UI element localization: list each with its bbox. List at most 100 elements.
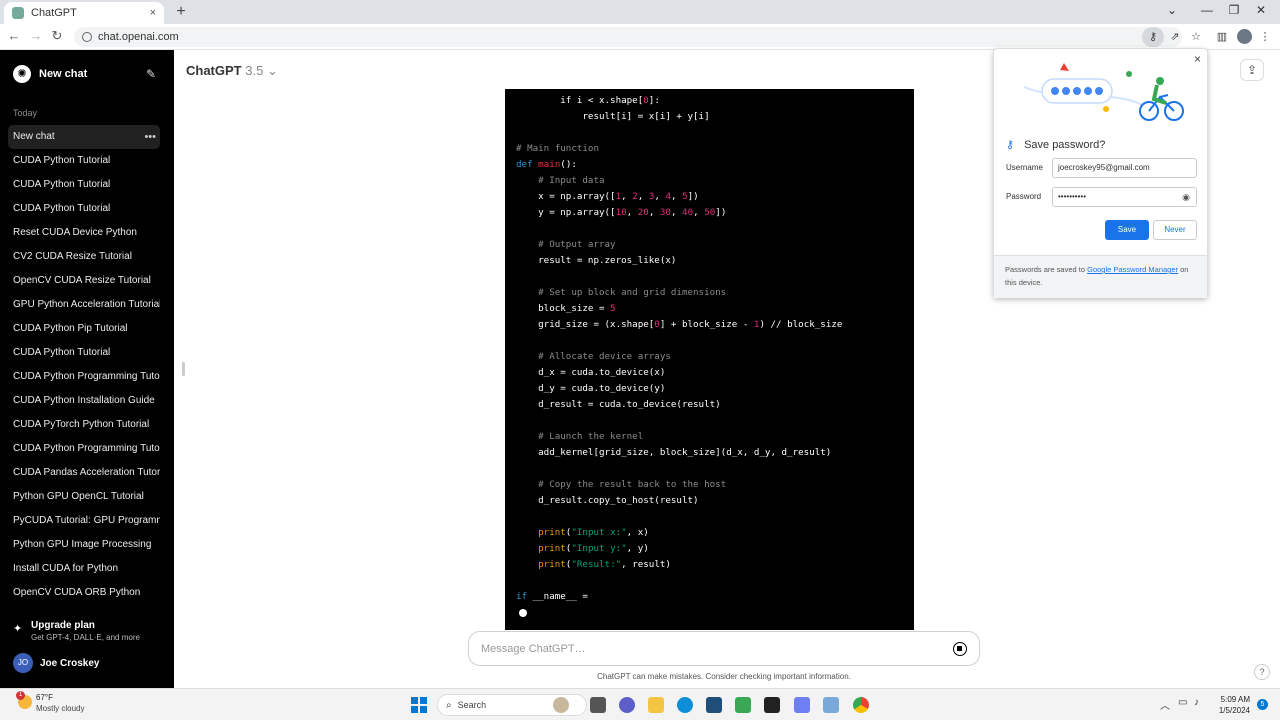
tray-overflow-icon[interactable]: ︿ <box>1160 697 1170 712</box>
tab-search-icon[interactable]: ⌄ <box>1161 3 1183 17</box>
password-key-icon[interactable]: ⚷ <box>1142 27 1164 47</box>
edit-icon[interactable]: ✎ <box>146 67 156 81</box>
username-field[interactable]: joecroskey95@gmail.com <box>1052 158 1197 178</box>
editor-app-icon[interactable] <box>735 697 751 713</box>
chat-item[interactable]: CV2 CUDA Resize Tutorial <box>8 245 160 269</box>
chat-item[interactable]: CUDA Python Pip Tutorial <box>8 317 160 341</box>
chat-item[interactable]: Python GPU Image Processing <box>8 533 160 557</box>
search-icon: ⌕ <box>446 699 452 711</box>
openai-logo-icon: ✺ <box>13 65 31 83</box>
photos-icon[interactable] <box>823 697 839 713</box>
code-line: y = np.array([10, 20, 30, 40, 50]) <box>516 207 727 218</box>
browser-menu-icon[interactable]: ⋮ <box>1257 30 1273 43</box>
chat-item[interactable]: OpenCV CUDA Resize Tutorial <box>8 269 160 293</box>
code-line: block_size = 5 <box>516 303 616 314</box>
code-line: # Copy the result back to the host <box>516 479 727 490</box>
password-manager-link[interactable]: Google Password Manager <box>1087 265 1178 274</box>
message-input[interactable] <box>479 640 919 658</box>
network-icon[interactable]: ▭ <box>1178 697 1187 708</box>
tab-close-icon[interactable]: × <box>150 7 156 19</box>
chat-item[interactable]: Reset CUDA Device Python <box>8 221 160 245</box>
chat-item[interactable]: CUDA PyTorch Python Tutorial <box>8 413 160 437</box>
upgrade-plan-button[interactable]: ✦ Upgrade plan Get GPT-4, DALL·E, and mo… <box>13 620 163 642</box>
search-label: Search <box>457 700 487 710</box>
widget-app-icon[interactable] <box>553 697 569 713</box>
share-page-icon[interactable]: ⇗ <box>1167 30 1183 43</box>
dialog-title: Save password? <box>1024 138 1106 151</box>
dialog-close-icon[interactable]: × <box>1194 52 1201 66</box>
chat-item-active[interactable]: New chat ••• <box>8 125 160 149</box>
chat-item[interactable]: CUDA Python Programming Tutorial <box>8 437 160 461</box>
show-password-icon[interactable]: ◉ <box>1182 188 1190 206</box>
chat-item[interactable]: OpenCV CUDA ORB Python <box>8 581 160 605</box>
chat-item[interactable]: Python GPU OpenCL Tutorial <box>8 485 160 509</box>
chat-item[interactable]: Install CUDA for Python <box>8 557 160 581</box>
side-panel-icon[interactable]: ▥ <box>1214 30 1230 43</box>
model-selector[interactable]: ChatGPT 3.5 ⌄ <box>186 63 278 79</box>
edge-icon[interactable] <box>677 697 693 713</box>
section-today-label: Today <box>13 108 38 118</box>
user-menu[interactable]: JO Joe Croskey <box>13 653 99 673</box>
browser-tab[interactable]: ChatGPT × <box>4 2 164 24</box>
profile-avatar[interactable] <box>1237 29 1252 44</box>
maximize-button[interactable]: ❐ <box>1223 3 1245 17</box>
system-clock[interactable]: 5:09 AM 1/5/2024 <box>1212 694 1250 716</box>
chat-item[interactable]: CUDA Pandas Acceleration Tutorial <box>8 461 160 485</box>
notification-badge[interactable]: 5 <box>1257 699 1268 710</box>
code-line: # Input data <box>516 175 605 186</box>
username-label: Username <box>1006 163 1043 172</box>
user-avatar: JO <box>13 653 33 673</box>
address-bar[interactable]: chat.openai.com <box>74 27 1182 47</box>
new-chat-button[interactable]: ✺ New chat ✎ <box>8 60 162 88</box>
file-explorer-icon[interactable] <box>648 697 664 713</box>
volume-icon[interactable]: ♪ <box>1194 697 1199 708</box>
chat-item[interactable]: CUDA Python Installation Guide <box>8 389 160 413</box>
model-name: ChatGPT <box>186 63 242 78</box>
never-button[interactable]: Never <box>1153 220 1197 240</box>
chrome-icon[interactable] <box>853 697 869 713</box>
chat-history-list: New chat ••• CUDA Python Tutorial CUDA Pyth… <box>8 125 160 605</box>
code-line: print("Input x:", x) <box>516 527 649 538</box>
code-line: print("Result:", result) <box>516 559 671 570</box>
upgrade-subtitle: Get GPT-4, DALL·E, and more <box>31 633 140 642</box>
weather-widget[interactable]: 1 67°F Mostly cloudy <box>16 691 85 713</box>
sidebar-resize-handle[interactable] <box>182 362 185 376</box>
chat-options-icon[interactable]: ••• <box>144 125 156 149</box>
chat-app-icon[interactable] <box>619 697 635 713</box>
code-block: if i < x.shape[0]: result[i] = x[i] + y[… <box>505 89 914 630</box>
code-line: d_x = cuda.to_device(x) <box>516 367 666 378</box>
start-button[interactable] <box>411 697 427 713</box>
chat-item[interactable]: CUDA Python Tutorial <box>8 149 160 173</box>
bookmark-star-icon[interactable]: ☆ <box>1188 30 1204 43</box>
weather-badge: 1 <box>16 691 25 700</box>
back-icon[interactable]: ← <box>6 28 22 43</box>
site-info-icon[interactable] <box>82 32 92 42</box>
share-chat-button[interactable]: ⇪ <box>1240 59 1264 81</box>
store-icon[interactable] <box>706 697 722 713</box>
code-line: add_kernel[grid_size, block_size](d_x, d… <box>516 447 832 458</box>
task-view-icon[interactable] <box>590 697 606 713</box>
chat-item[interactable]: CUDA Python Programming Tutorial <box>8 365 160 389</box>
save-button[interactable]: Save <box>1105 220 1149 240</box>
vscode-icon[interactable] <box>794 697 810 713</box>
new-tab-button[interactable]: + <box>172 3 190 21</box>
window-close-button[interactable]: ✕ <box>1250 3 1272 17</box>
terminal-icon[interactable] <box>764 697 780 713</box>
weather-condition: Mostly cloudy <box>36 704 85 713</box>
chat-item[interactable]: CUDA Python Tutorial <box>8 173 160 197</box>
password-field[interactable]: •••••••••• ◉ <box>1052 187 1197 207</box>
forward-icon[interactable]: → <box>28 28 44 43</box>
chat-item[interactable]: PyCUDA Tutorial: GPU Programming <box>8 509 160 533</box>
clock-date: 1/5/2024 <box>1218 706 1250 715</box>
model-version: 3.5 <box>245 63 264 78</box>
minimize-button[interactable]: — <box>1196 3 1218 17</box>
chat-item[interactable]: CUDA Python Tutorial <box>8 341 160 365</box>
disclaimer-text: ChatGPT can make mistakes. Consider chec… <box>597 672 851 681</box>
chat-item[interactable]: CUDA Python Tutorial <box>8 197 160 221</box>
stop-generating-button[interactable] <box>953 642 967 656</box>
windows-taskbar: 1 67°F Mostly cloudy ⌕ Search ︿ ▭ ♪ 5:09… <box>0 688 1280 720</box>
code-line: grid_size = (x.shape[0] + block_size - 1… <box>516 319 843 330</box>
chat-item[interactable]: GPU Python Acceleration Tutorial <box>8 293 160 317</box>
help-button[interactable]: ? <box>1254 664 1270 680</box>
reload-icon[interactable]: ↻ <box>49 28 65 44</box>
